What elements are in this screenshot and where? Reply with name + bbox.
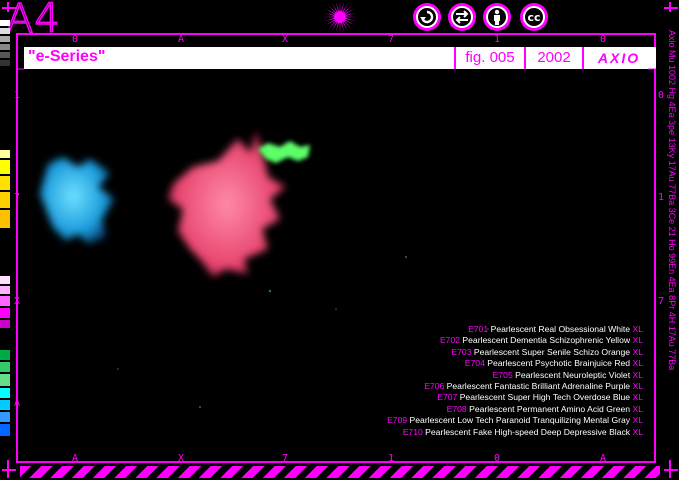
legend-row: E705 Pearlescent Neuroleptic Violet XL [387, 370, 643, 381]
color-legend: E701 Pearlescent Real Obsessional White … [387, 324, 643, 438]
legend-name: Pearlescent Super Senile Schizo Orange [473, 346, 631, 357]
legend-name: Pearlescent Low Tech Paranoid Tranquiliz… [409, 415, 631, 426]
legend-size: XL [632, 381, 643, 392]
legend-code: E707 [437, 392, 458, 403]
legend-size: XL [632, 403, 643, 414]
legend-row: E704 Pearlescent Psychotic Brainjuice Re… [387, 358, 643, 369]
legend-row: E710 Pearlescent Fake High-speed Deep De… [387, 427, 643, 438]
legend-code: E705 [492, 369, 513, 380]
legend-code: E710 [402, 426, 423, 437]
legend-size: XL [632, 346, 643, 357]
legend-row: E701 Pearlescent Real Obsessional White … [387, 324, 643, 335]
legend-name: Pearlescent Real Obsessional White [490, 324, 631, 334]
legend-size: XL [632, 324, 643, 334]
legend-code: E704 [464, 358, 485, 369]
legend-code: E706 [424, 381, 445, 392]
legend-name: Pearlescent Neuroleptic Violet [515, 369, 631, 380]
legend-row: E707 Pearlescent Super High Tech Overdos… [387, 392, 643, 403]
legend-code: E708 [446, 403, 467, 414]
legend-size: XL [632, 358, 643, 369]
legend-name: Pearlescent Permanent Amino Acid Green [469, 403, 631, 414]
legend-size: XL [632, 392, 643, 403]
legend-name: Pearlescent Fake High-speed Deep Depress… [425, 426, 631, 437]
legend-code: E702 [439, 335, 461, 346]
legend-name: Pearlescent Fantastic Brilliant Adrenali… [446, 381, 631, 392]
legend-code: E703 [451, 346, 472, 357]
legend-code: E709 [387, 415, 408, 426]
legend-name: Pearlescent Super High Tech Overdose Blu… [459, 392, 631, 403]
hazard-stripes [20, 466, 660, 478]
legend-size: XL [632, 415, 643, 426]
legend-row: E703 Pearlescent Super Senile Schizo Ora… [387, 347, 643, 358]
legend-code: E701 [468, 324, 489, 334]
legend-row: E706 Pearlescent Fantastic Brilliant Adr… [387, 381, 643, 392]
legend-name: Pearlescent Dementia Schizophrenic Yello… [462, 335, 631, 346]
legend-row: E708 Pearlescent Permanent Amino Acid Gr… [387, 404, 643, 415]
legend-row: E709 Pearlescent Low Tech Paranoid Tranq… [387, 415, 643, 426]
legend-size: XL [632, 426, 643, 437]
legend-size: XL [632, 369, 643, 380]
legend-row: E702 Pearlescent Dementia Schizophrenic … [387, 335, 643, 346]
legend-name: Pearlescent Psychotic Brainjuice Red [487, 358, 631, 369]
legend-size: XL [632, 335, 643, 346]
